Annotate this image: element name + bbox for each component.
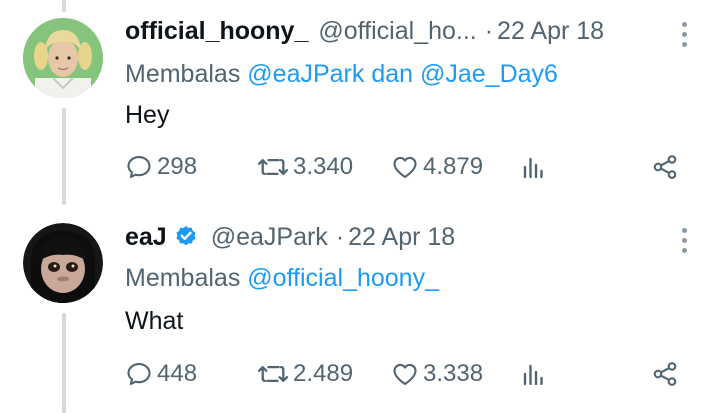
reply-icon — [127, 156, 151, 178]
tweet-header: eaJ @eaJPark · 22 Apr 18 — [125, 221, 455, 253]
author-handle[interactable]: @official_ho... — [318, 17, 476, 46]
separator-dot: · — [335, 222, 345, 251]
share-icon — [653, 155, 677, 179]
share-button[interactable] — [651, 358, 679, 390]
retweet-count: 2.489 — [293, 360, 354, 387]
like-icon — [393, 363, 417, 385]
like-icon — [393, 156, 417, 178]
views-icon — [523, 157, 543, 179]
reply-button[interactable]: 298 — [125, 151, 197, 183]
replying-to: Membalas @eaJPark dan @Jae_Day6 — [125, 60, 558, 89]
like-count: 4.879 — [423, 153, 484, 180]
tweet[interactable]: eaJ @eaJPark · 22 Apr 18 Membalas @offic… — [0, 205, 720, 413]
tweet-header: official_hoony_ @official_ho... · 22 Apr… — [125, 15, 604, 47]
like-button[interactable]: 3.338 — [391, 358, 483, 390]
reply-icon — [127, 363, 151, 385]
tweet-text: What — [125, 307, 184, 335]
mention-link[interactable]: @eaJPark — [247, 60, 364, 88]
thread-line — [62, 313, 66, 413]
retweet-button[interactable]: 3.340 — [257, 151, 353, 183]
mention-joiner: dan — [371, 60, 414, 88]
tweet-date[interactable]: 22 Apr 18 — [497, 17, 604, 46]
separator-dot: · — [484, 16, 494, 45]
reply-count: 448 — [157, 360, 198, 387]
thread-line — [62, 108, 66, 205]
thread-line — [62, 0, 66, 12]
author-name[interactable]: eaJ — [125, 223, 167, 252]
retweet-icon — [257, 365, 289, 382]
retweet-count: 3.340 — [293, 153, 354, 180]
verified-badge-icon — [176, 225, 196, 246]
retweet-icon — [257, 159, 289, 175]
tweet-text: Hey — [125, 101, 170, 129]
tweet-date[interactable]: 22 Apr 18 — [348, 223, 455, 252]
replying-to-label: Membalas — [125, 264, 241, 292]
replying-to: Membalas @official_hoony_ — [125, 264, 439, 293]
views-button[interactable] — [521, 151, 545, 183]
replying-to-label: Membalas — [125, 60, 241, 88]
avatar[interactable] — [23, 18, 103, 98]
reply-button[interactable]: 448 — [125, 358, 197, 390]
like-button[interactable]: 4.879 — [391, 151, 483, 183]
author-name[interactable]: official_hoony_ — [125, 17, 308, 46]
more-icon[interactable] — [680, 22, 688, 47]
retweet-button[interactable]: 2.489 — [257, 358, 353, 390]
views-icon — [523, 364, 543, 386]
tweet-actions: 298 3.340 4.879 — [125, 151, 680, 183]
share-button[interactable] — [651, 151, 679, 183]
views-button[interactable] — [521, 358, 545, 390]
like-count: 3.338 — [423, 360, 484, 387]
mention-link[interactable]: @Jae_Day6 — [420, 60, 558, 88]
tweet[interactable]: official_hoony_ @official_ho... · 22 Apr… — [0, 0, 720, 205]
tweet-actions: 448 2.489 3.338 — [125, 358, 680, 390]
avatar[interactable] — [23, 223, 103, 303]
share-icon — [653, 362, 677, 386]
more-icon[interactable] — [680, 228, 688, 253]
mention-link[interactable]: @official_hoony_ — [247, 264, 439, 292]
reply-count: 298 — [157, 153, 198, 180]
author-handle[interactable]: @eaJPark — [211, 223, 328, 252]
